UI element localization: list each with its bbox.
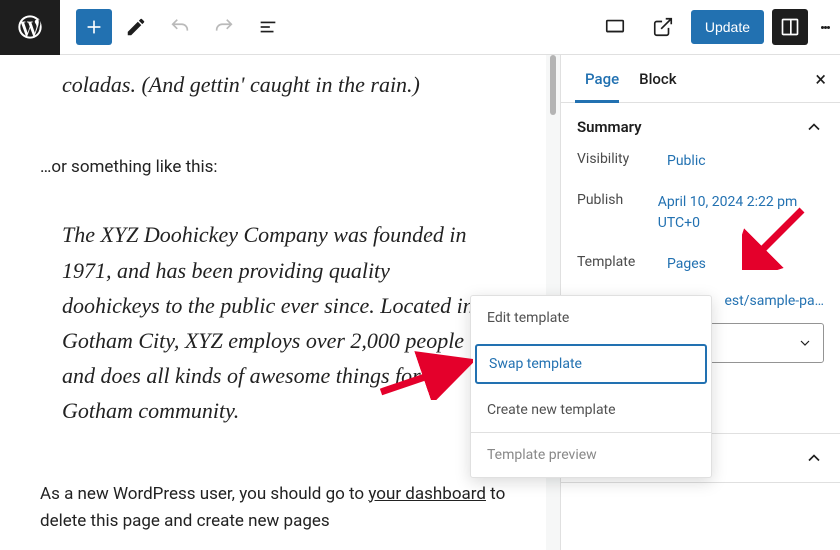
publish-label: Publish xyxy=(577,192,658,234)
template-label: Template xyxy=(577,254,667,275)
edit-icon[interactable] xyxy=(116,7,156,47)
main-layout: coladas. (And gettin' caught in the rain… xyxy=(0,55,840,550)
toolbar-left xyxy=(60,7,288,47)
top-toolbar: Update xyxy=(0,0,840,55)
tab-block[interactable]: Block xyxy=(629,56,686,102)
chevron-up-icon xyxy=(804,448,824,468)
summary-header[interactable]: Summary xyxy=(561,103,840,151)
visibility-label: Visibility xyxy=(577,151,667,172)
external-link-icon[interactable] xyxy=(643,7,683,47)
tab-page[interactable]: Page xyxy=(575,56,629,102)
close-icon[interactable]: × xyxy=(815,67,826,91)
quote-text: coladas. (And gettin' caught in the rain… xyxy=(62,67,484,102)
quote-block-2[interactable]: The XYZ Doohickey Company was founded in… xyxy=(40,205,506,450)
toolbar-right: Update xyxy=(595,7,834,47)
editor-canvas: coladas. (And gettin' caught in the rain… xyxy=(0,55,546,550)
chevron-up-icon xyxy=(804,117,824,137)
settings-panel-toggle[interactable] xyxy=(772,9,808,45)
quote-block-1[interactable]: coladas. (And gettin' caught in the rain… xyxy=(40,55,506,124)
template-value[interactable]: Pages xyxy=(667,254,706,275)
sidebar-tabs: Page Block × xyxy=(561,55,840,103)
redo-button[interactable] xyxy=(204,7,244,47)
undo-button[interactable] xyxy=(160,7,200,47)
summary-title: Summary xyxy=(577,118,642,136)
popover-edit-template[interactable]: Edit template xyxy=(471,296,711,340)
visibility-row: Visibility Public xyxy=(577,151,824,172)
paragraph-block[interactable]: …or something like this: xyxy=(40,154,506,181)
annotation-arrow xyxy=(742,200,812,270)
more-options-button[interactable] xyxy=(816,24,834,31)
template-popover: Edit template Swap template Create new t… xyxy=(470,295,712,478)
update-button[interactable]: Update xyxy=(691,10,764,44)
paragraph-block-2[interactable]: As a new WordPress user, you should go t… xyxy=(40,481,506,535)
popover-create-template[interactable]: Create new template xyxy=(471,388,711,432)
popover-swap-template[interactable]: Swap template xyxy=(475,344,707,384)
popover-template-preview[interactable]: Template preview xyxy=(471,433,711,477)
annotation-arrow xyxy=(373,350,473,400)
preview-button[interactable] xyxy=(595,7,635,47)
document-outline-button[interactable] xyxy=(248,7,288,47)
text-fragment: As a new WordPress user, you should go t… xyxy=(40,484,368,504)
visibility-value[interactable]: Public xyxy=(667,151,706,172)
dashboard-link[interactable]: your dashboard xyxy=(368,484,486,504)
scrollbar-thumb[interactable] xyxy=(550,55,556,115)
add-block-button[interactable] xyxy=(76,9,112,45)
wordpress-logo[interactable] xyxy=(0,0,60,55)
chevron-down-icon xyxy=(797,335,813,351)
